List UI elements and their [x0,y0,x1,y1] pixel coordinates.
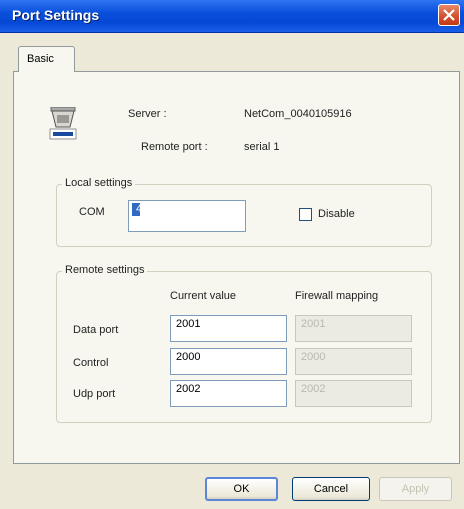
data-port-firewall-value: 2001 [301,318,326,330]
disable-checkbox[interactable] [299,208,312,221]
control-current-value: 2000 [176,351,201,363]
udp-port-firewall-value: 2002 [301,383,326,395]
com-value: 4 [136,203,143,215]
tab-basic[interactable]: Basic [18,46,75,72]
control-label: Control [73,357,109,369]
close-icon [443,9,455,21]
remote-port-value: serial 1 [244,141,280,153]
local-settings-title: Local settings [62,177,136,189]
serial-device-icon [49,107,77,140]
firewall-mapping-header: Firewall mapping [295,290,379,302]
udp-port-label: Udp port [73,388,116,400]
disable-label: Disable [318,208,355,220]
udp-port-current-input[interactable]: 2002 [170,380,287,407]
apply-button: Apply [379,477,452,501]
tab-basic-label: Basic [27,53,54,65]
current-value-header: Current value [170,290,237,302]
control-firewall-value: 2000 [301,351,326,363]
control-current-input[interactable]: 2000 [170,348,287,375]
server-value: NetCom_0040105916 [244,108,352,120]
remote-settings-title: Remote settings [62,264,148,276]
server-label: Server : [128,108,167,120]
data-port-current-input[interactable]: 2001 [170,315,287,342]
window-title: Port Settings [12,7,100,23]
cancel-button[interactable]: Cancel [292,477,370,501]
com-input[interactable]: 4 [128,200,246,232]
title-bar[interactable]: Port Settings [0,0,464,33]
remote-port-label: Remote port : [141,141,208,153]
port-settings-dialog: Port Settings Basic Server : NetCom_0040… [0,0,464,509]
control-firewall-input: 2000 [295,348,412,375]
data-port-firewall-input: 2001 [295,315,412,342]
ok-button[interactable]: OK [205,477,278,501]
close-button[interactable] [438,4,460,26]
data-port-label: Data port [73,324,119,336]
udp-port-firewall-input: 2002 [295,380,412,407]
com-label: COM [79,206,105,218]
data-port-current-value: 2001 [176,318,201,330]
udp-port-current-value: 2002 [176,383,201,395]
